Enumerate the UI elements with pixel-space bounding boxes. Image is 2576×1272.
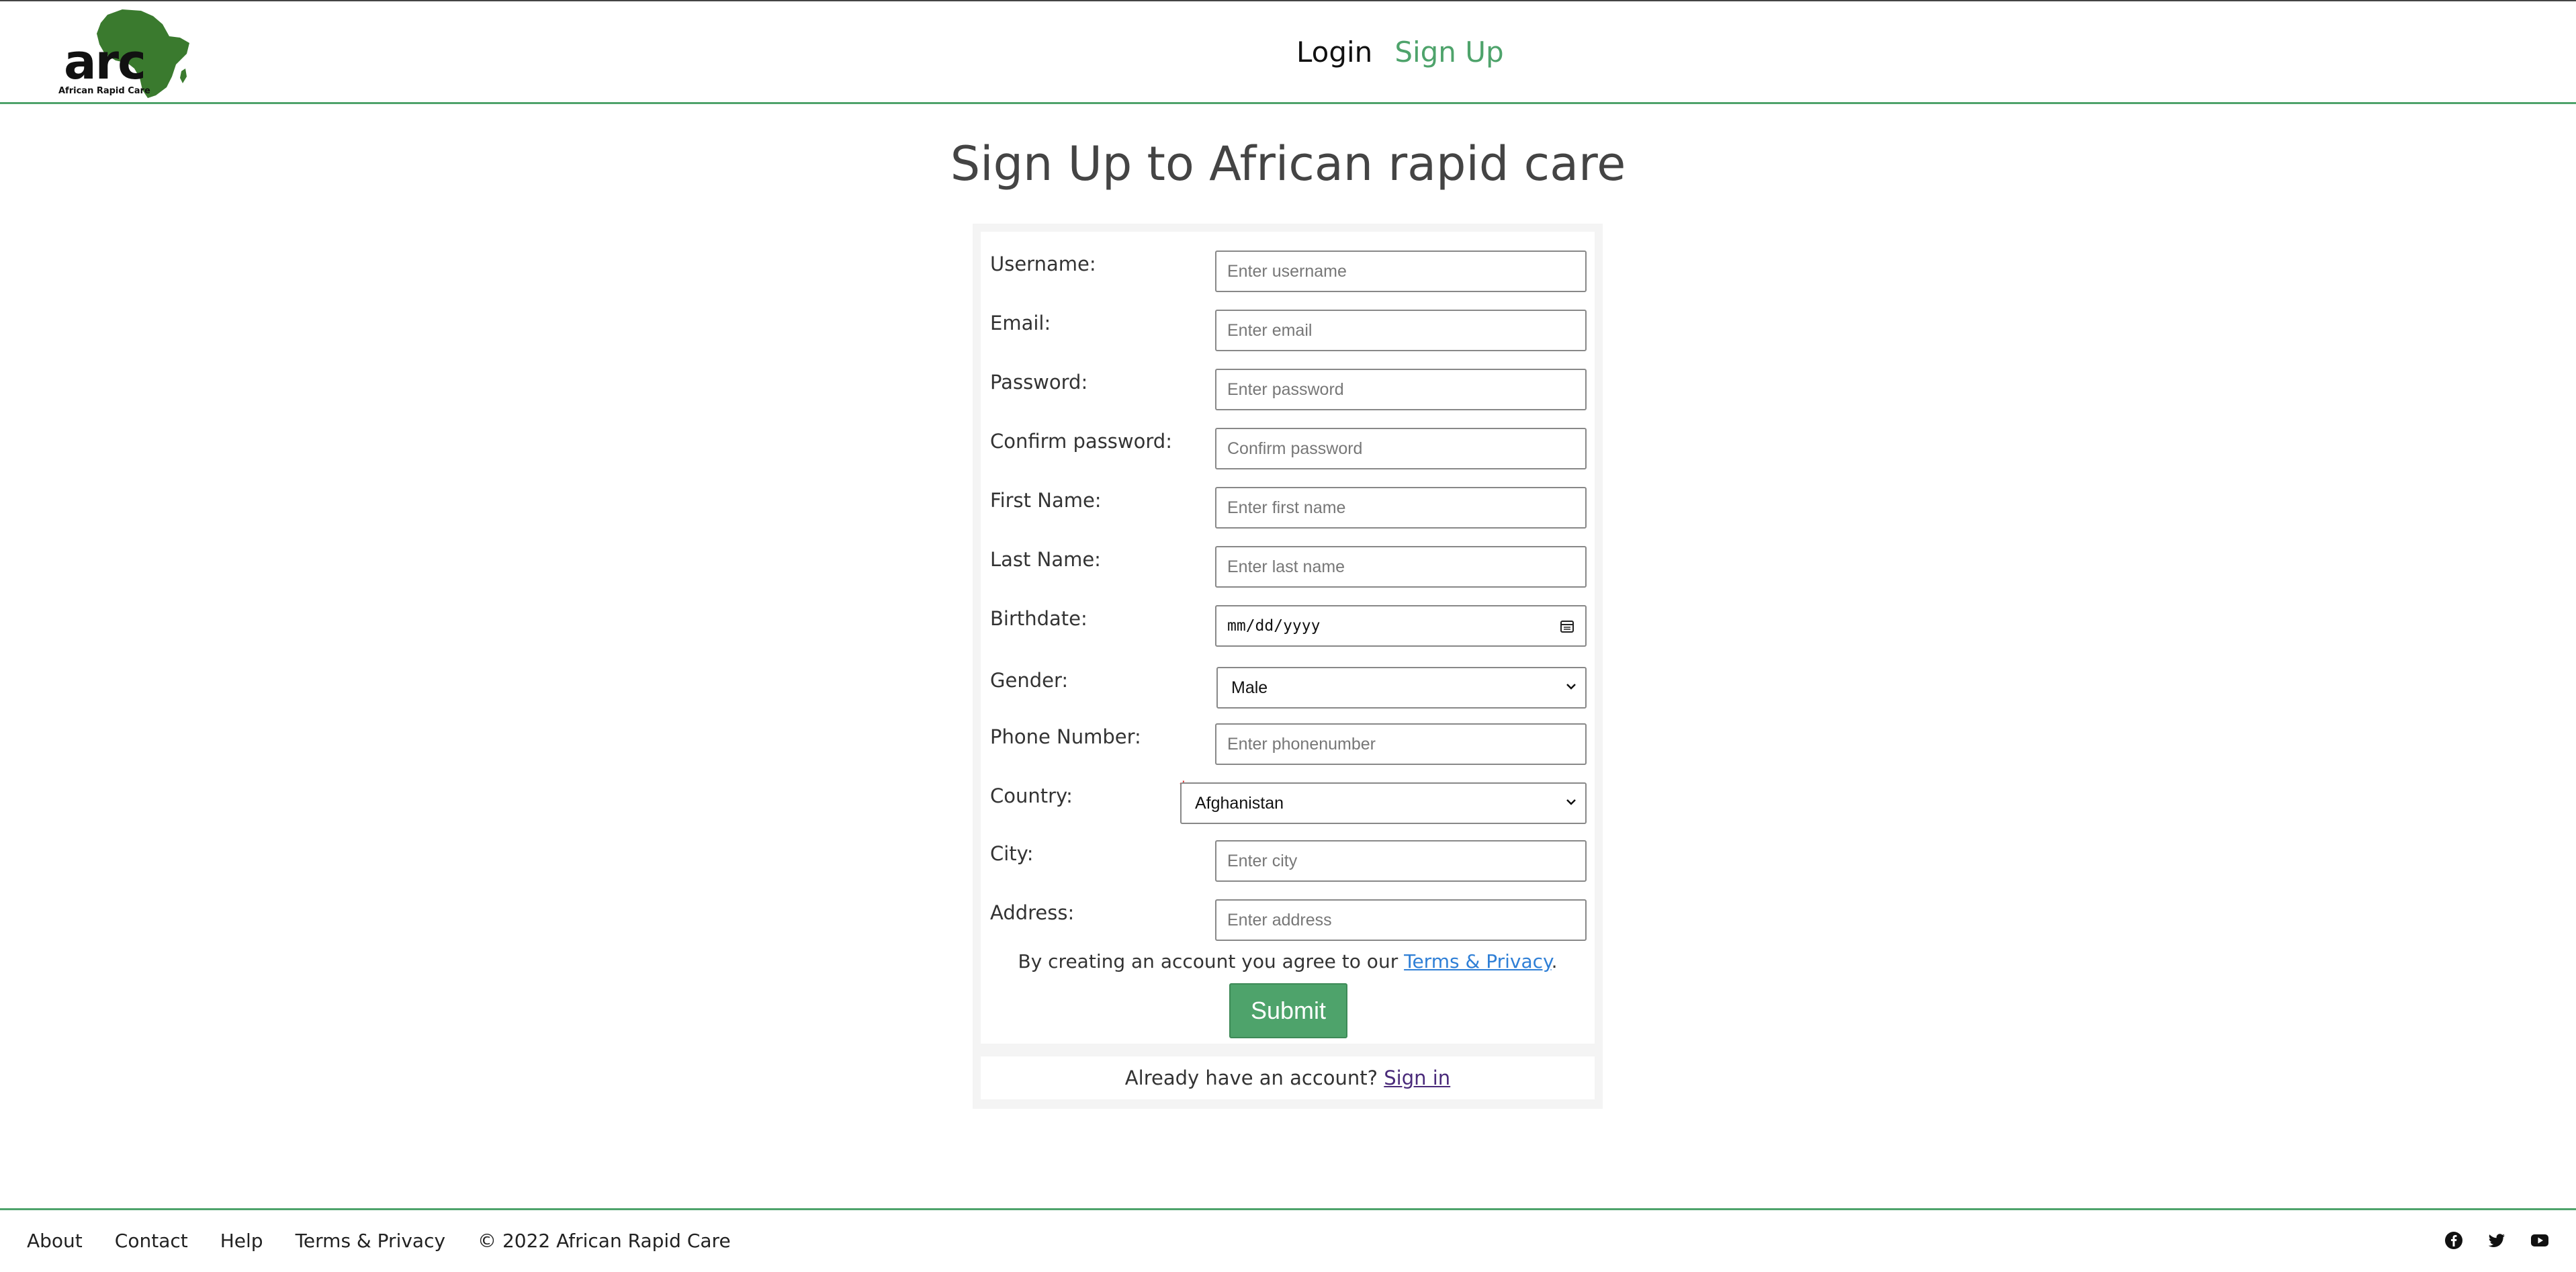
birthdate-label: Birthdate: [990,607,1087,630]
gender-select[interactable]: Male [1216,667,1587,709]
footer-contact-link[interactable]: Contact [115,1228,188,1255]
first-name-input[interactable] [1215,487,1587,529]
city-row: City: [981,840,1595,883]
main-nav: Login Sign Up [1296,34,1504,71]
confirm-password-label: Confirm password: [990,430,1172,453]
page-title: Sign Up to African rapid care [950,136,1626,191]
email-label: Email: [990,312,1051,334]
footer-terms-link[interactable]: Terms & Privacy [296,1228,445,1255]
phone-row: Phone Number: [981,723,1595,766]
footer-help-link[interactable]: Help [220,1228,263,1255]
logo-subtitle: African Rapid Care [58,86,150,96]
username-input[interactable] [1215,251,1587,292]
email-row: Email: [981,310,1595,353]
footer-links: About Contact Help Terms & Privacy © 202… [27,1228,763,1255]
youtube-icon[interactable] [2530,1231,2549,1250]
signin-prompt: Already have an account? Sign in [981,1056,1595,1099]
site-header: arc African Rapid Care Login Sign Up [0,0,2576,104]
birthdate-value: mm/dd/yyyy [1227,617,1321,635]
country-select-wrap: Afghanistan [1180,782,1587,824]
signup-card: Username: Email: Password: Confirm passw… [973,224,1603,1109]
terms-suffix: . [1551,950,1558,972]
logo-text: arc [64,34,146,90]
nav-signup-link[interactable]: Sign Up [1394,34,1503,71]
last-name-label: Last Name: [990,548,1101,571]
site-footer: About Contact Help Terms & Privacy © 202… [0,1208,2576,1272]
terms-link[interactable]: Terms & Privacy [1404,950,1551,972]
phone-label: Phone Number: [990,725,1141,748]
first-name-label: First Name: [990,489,1102,512]
birthdate-input[interactable]: mm/dd/yyyy [1215,605,1587,647]
twitter-icon[interactable] [2487,1231,2506,1250]
username-row: Username: [981,251,1595,293]
submit-button[interactable]: Submit [1229,983,1347,1038]
country-row: Country: * Afghanistan [981,778,1595,825]
arc-logo[interactable]: arc African Rapid Care [55,7,196,101]
country-select[interactable]: Afghanistan [1180,782,1587,824]
address-label: Address: [990,901,1075,924]
address-input[interactable] [1215,899,1587,941]
last-name-input[interactable] [1215,546,1587,588]
password-row: Password: [981,369,1595,412]
gender-select-wrap: Male [1216,667,1587,709]
email-input[interactable] [1215,310,1587,351]
last-name-row: Last Name: [981,546,1595,589]
first-name-row: First Name: [981,487,1595,530]
calendar-icon[interactable] [1560,619,1574,633]
terms-agreement: By creating an account you agree to our … [981,950,1595,972]
phone-input[interactable] [1215,723,1587,765]
city-input[interactable] [1215,840,1587,882]
terms-prefix: By creating an account you agree to our [1018,950,1405,972]
signin-prompt-text: Already have an account? [1124,1066,1384,1089]
gender-row: Gender: Male [981,667,1595,710]
address-row: Address: [981,899,1595,942]
nav-login-link[interactable]: Login [1296,34,1372,71]
social-links [2444,1231,2549,1250]
birthdate-row: Birthdate: mm/dd/yyyy [981,605,1595,648]
footer-copyright: © 2022 African Rapid Care [478,1230,731,1252]
confirm-password-row: Confirm password: [981,428,1595,471]
gender-label: Gender: [990,669,1069,692]
confirm-password-input[interactable] [1215,428,1587,469]
signin-link[interactable]: Sign in [1384,1066,1450,1089]
signup-form: Username: Email: Password: Confirm passw… [981,232,1595,1044]
password-input[interactable] [1215,369,1587,410]
country-label: Country: [990,784,1073,807]
city-label: City: [990,842,1034,865]
footer-about-link[interactable]: About [27,1228,83,1255]
facebook-icon[interactable] [2444,1231,2463,1250]
password-label: Password: [990,371,1088,394]
username-label: Username: [990,253,1096,275]
